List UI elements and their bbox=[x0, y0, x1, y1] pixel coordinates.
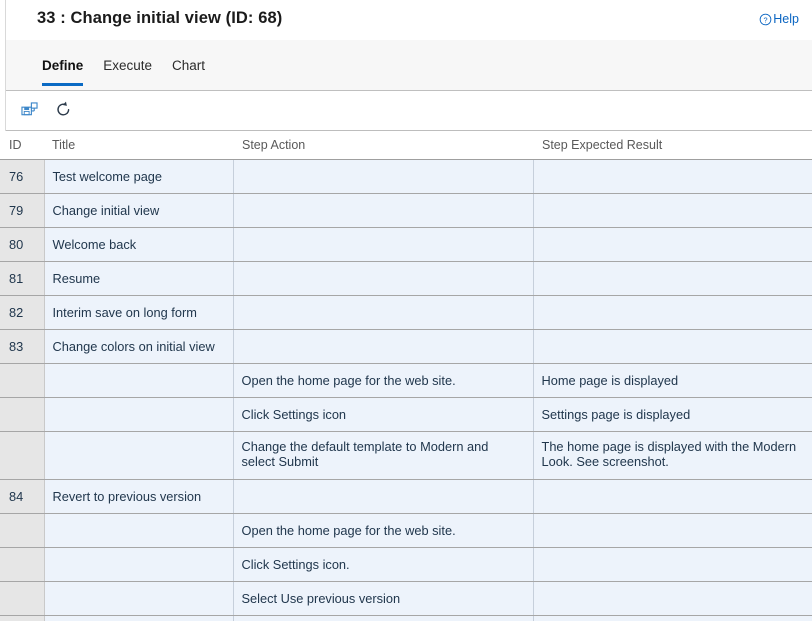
question-circle-icon: ? bbox=[759, 13, 772, 26]
save-grid-icon bbox=[21, 102, 38, 121]
cell-title[interactable] bbox=[44, 363, 233, 397]
table-row[interactable] bbox=[0, 615, 812, 621]
cell-id[interactable]: 82 bbox=[0, 295, 44, 329]
cell-id[interactable]: 84 bbox=[0, 479, 44, 513]
cell-result[interactable] bbox=[533, 581, 812, 615]
cell-action[interactable] bbox=[233, 329, 533, 363]
cell-action[interactable] bbox=[233, 261, 533, 295]
table-row[interactable]: 80Welcome back bbox=[0, 227, 812, 261]
cell-id[interactable] bbox=[0, 615, 44, 621]
cell-result[interactable] bbox=[533, 295, 812, 329]
cell-action[interactable]: Select Use previous version bbox=[233, 581, 533, 615]
tab-execute[interactable]: Execute bbox=[93, 40, 162, 91]
cell-result[interactable] bbox=[533, 513, 812, 547]
cell-title[interactable]: Welcome back bbox=[44, 227, 233, 261]
cell-id[interactable] bbox=[0, 431, 44, 479]
grid-table: ID Title Step Action Step Expected Resul… bbox=[0, 131, 812, 621]
cell-result[interactable] bbox=[533, 159, 812, 193]
grid-toolbar bbox=[6, 92, 812, 131]
cell-result[interactable] bbox=[533, 329, 812, 363]
help-label: Help bbox=[773, 12, 799, 26]
cell-title[interactable]: Test welcome page bbox=[44, 159, 233, 193]
cell-result[interactable] bbox=[533, 615, 812, 621]
grid-body: 76Test welcome page79Change initial view… bbox=[0, 159, 812, 621]
cell-title[interactable] bbox=[44, 547, 233, 581]
page-title: 33 : Change initial view (ID: 68) bbox=[37, 9, 282, 28]
cell-action[interactable]: Click Settings icon. bbox=[233, 547, 533, 581]
cell-action[interactable]: Click Settings icon bbox=[233, 397, 533, 431]
table-row[interactable]: Select Use previous version bbox=[0, 581, 812, 615]
cell-title[interactable]: Interim save on long form bbox=[44, 295, 233, 329]
cell-id[interactable] bbox=[0, 513, 44, 547]
cell-action[interactable] bbox=[233, 159, 533, 193]
cell-title[interactable]: Revert to previous version bbox=[44, 479, 233, 513]
save-grid-button[interactable] bbox=[15, 97, 43, 125]
cell-action[interactable] bbox=[233, 193, 533, 227]
cell-result[interactable] bbox=[533, 547, 812, 581]
help-link[interactable]: ? Help bbox=[759, 12, 799, 26]
test-steps-grid[interactable]: ID Title Step Action Step Expected Resul… bbox=[0, 131, 812, 621]
cell-id[interactable] bbox=[0, 547, 44, 581]
table-row[interactable]: 84Revert to previous version bbox=[0, 479, 812, 513]
cell-id[interactable] bbox=[0, 397, 44, 431]
table-row[interactable]: Open the home page for the web site. bbox=[0, 513, 812, 547]
cell-result[interactable] bbox=[533, 479, 812, 513]
cell-action[interactable] bbox=[233, 615, 533, 621]
cell-action[interactable] bbox=[233, 227, 533, 261]
cell-id[interactable]: 80 bbox=[0, 227, 44, 261]
table-row[interactable]: 83Change colors on initial view bbox=[0, 329, 812, 363]
cell-result[interactable]: The home page is displayed with the Mode… bbox=[533, 431, 812, 479]
cell-action[interactable] bbox=[233, 479, 533, 513]
page-header: 33 : Change initial view (ID: 68) ? Help bbox=[6, 0, 812, 40]
cell-id[interactable]: 76 bbox=[0, 159, 44, 193]
cell-id[interactable]: 83 bbox=[0, 329, 44, 363]
cell-title[interactable]: Change initial view bbox=[44, 193, 233, 227]
cell-title[interactable] bbox=[44, 581, 233, 615]
tab-bar: Define Execute Chart Close Grid bbox=[6, 40, 812, 91]
cell-title[interactable] bbox=[44, 513, 233, 547]
cell-id[interactable] bbox=[0, 363, 44, 397]
table-row[interactable]: Change the default template to Modern an… bbox=[0, 431, 812, 479]
cell-id[interactable]: 79 bbox=[0, 193, 44, 227]
column-header-title[interactable]: Title bbox=[44, 131, 233, 159]
tab-chart[interactable]: Chart bbox=[162, 40, 215, 91]
test-case-grid-page: 33 : Change initial view (ID: 68) ? Help… bbox=[0, 0, 812, 621]
cell-action[interactable] bbox=[233, 295, 533, 329]
cell-result[interactable] bbox=[533, 193, 812, 227]
cell-title[interactable]: Change colors on initial view bbox=[44, 329, 233, 363]
column-header-step-action[interactable]: Step Action bbox=[233, 131, 533, 159]
refresh-button[interactable] bbox=[49, 97, 77, 125]
cell-result[interactable]: Home page is displayed bbox=[533, 363, 812, 397]
cell-result[interactable]: Settings page is displayed bbox=[533, 397, 812, 431]
cell-id[interactable] bbox=[0, 581, 44, 615]
column-header-id[interactable]: ID bbox=[0, 131, 44, 159]
cell-title[interactable] bbox=[44, 431, 233, 479]
tab-define[interactable]: Define bbox=[36, 40, 93, 91]
cell-action[interactable]: Open the home page for the web site. bbox=[233, 363, 533, 397]
cell-title[interactable] bbox=[44, 615, 233, 621]
cell-result[interactable] bbox=[533, 261, 812, 295]
table-row[interactable]: 79Change initial view bbox=[0, 193, 812, 227]
table-row[interactable]: Click Settings iconSettings page is disp… bbox=[0, 397, 812, 431]
table-row[interactable]: Click Settings icon. bbox=[0, 547, 812, 581]
table-row[interactable]: 82Interim save on long form bbox=[0, 295, 812, 329]
table-row[interactable]: 76Test welcome page bbox=[0, 159, 812, 193]
column-header-step-expected-result[interactable]: Step Expected Result bbox=[533, 131, 812, 159]
cell-title[interactable]: Resume bbox=[44, 261, 233, 295]
refresh-icon bbox=[55, 101, 72, 121]
tab-list: Define Execute Chart bbox=[36, 40, 215, 91]
cell-id[interactable]: 81 bbox=[0, 261, 44, 295]
cell-action[interactable]: Open the home page for the web site. bbox=[233, 513, 533, 547]
grid-header-row: ID Title Step Action Step Expected Resul… bbox=[0, 131, 812, 159]
svg-text:?: ? bbox=[764, 15, 768, 24]
cell-action[interactable]: Change the default template to Modern an… bbox=[233, 431, 533, 479]
cell-title[interactable] bbox=[44, 397, 233, 431]
table-row[interactable]: Open the home page for the web site.Home… bbox=[0, 363, 812, 397]
cell-result[interactable] bbox=[533, 227, 812, 261]
table-row[interactable]: 81Resume bbox=[0, 261, 812, 295]
